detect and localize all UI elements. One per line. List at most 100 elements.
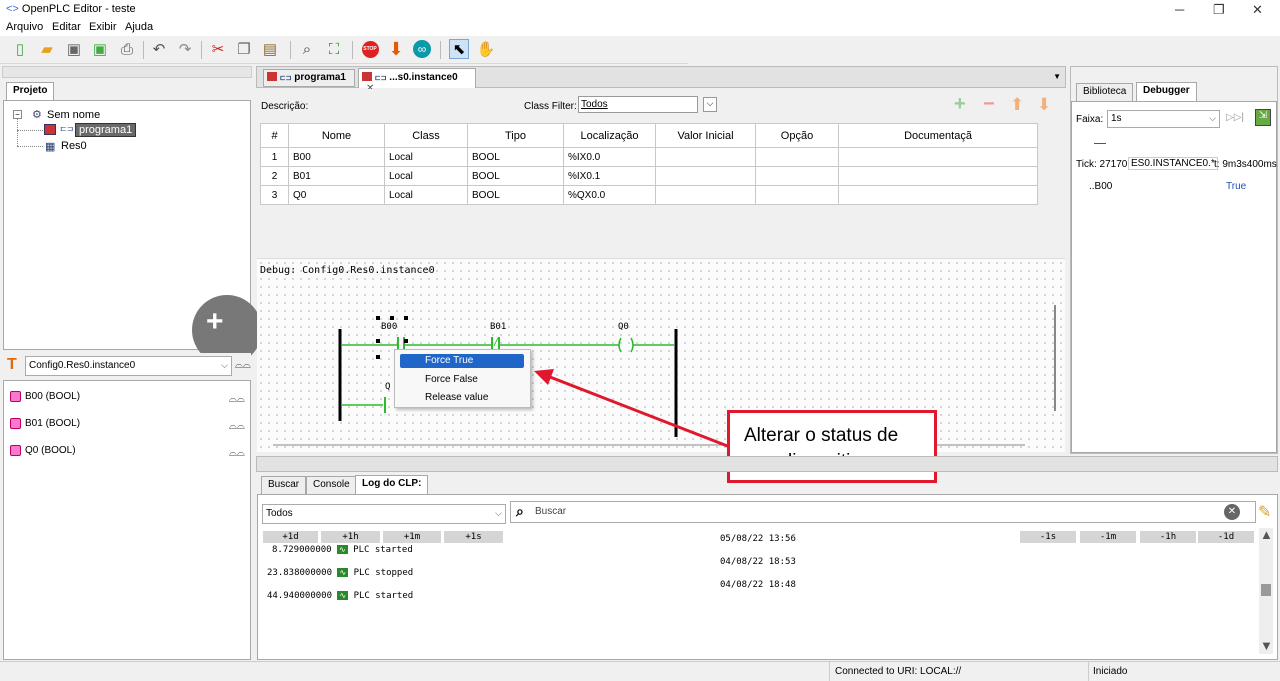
close-button[interactable]: ✕ (1252, 2, 1263, 18)
tab-log-clp[interactable]: Log do CLP: (355, 475, 429, 494)
tab-instance0[interactable]: ⊏⊐ ...s0.instance0 ✕ (358, 68, 476, 94)
clear-search-icon[interactable]: ✕ (1224, 504, 1240, 520)
chevron-down-icon[interactable]: ⌵ (703, 97, 717, 112)
log-nav-minus-1d[interactable]: -1d (1198, 531, 1254, 543)
minimize-button[interactable]: ─ (1175, 2, 1184, 17)
new-file-icon[interactable]: ▯ (10, 39, 30, 59)
select-pointer-icon[interactable]: ⬉ (449, 39, 469, 59)
log-search-input[interactable]: ⌕ Buscar ✕ (510, 501, 1256, 523)
log-scrollbar[interactable]: ▲ ▼ (1259, 527, 1273, 654)
clear-log-icon[interactable]: ✎ (1258, 502, 1271, 522)
tab-console[interactable]: Console (306, 476, 357, 494)
cell[interactable]: BOOL (467, 185, 564, 205)
transfer-program-icon[interactable]: ⬇ (386, 39, 406, 59)
tree-item-res0[interactable]: Res0 (61, 140, 87, 152)
menu-exibir[interactable]: Exibir (89, 21, 117, 33)
var-b00[interactable]: B00 (BOOL) (25, 391, 80, 402)
column-header[interactable]: Nome (288, 123, 385, 148)
class-filter-select[interactable]: Todos ⌵ (578, 96, 717, 113)
menu-force-true[interactable]: Force True (400, 354, 524, 368)
skip-forward-icon[interactable]: ▷▷| (1226, 112, 1244, 123)
watch-glasses-icon[interactable]: ⌓⌓ (235, 360, 251, 371)
fullscreen-icon[interactable]: ⛶ (324, 39, 344, 59)
nc-contact-b01[interactable]: / (493, 337, 499, 348)
open-folder-icon[interactable]: ▰ (37, 39, 57, 59)
log-nav-minus-1m[interactable]: -1m (1080, 531, 1136, 543)
arduino-icon[interactable]: ∞ (412, 39, 432, 59)
cell[interactable] (655, 185, 756, 205)
move-down-icon[interactable]: ⬇ (1037, 95, 1051, 115)
remove-variable-icon[interactable]: − (983, 93, 995, 116)
tab-programa1[interactable]: ⊏⊐ programa1 (263, 69, 355, 87)
cell[interactable]: 2 (260, 166, 289, 186)
column-header[interactable]: Valor Inicial (655, 123, 756, 148)
column-header[interactable]: Class (384, 123, 468, 148)
redo-icon[interactable]: ↷ (175, 39, 195, 59)
tab-debugger[interactable]: Debugger (1136, 82, 1197, 101)
cell[interactable] (755, 166, 839, 186)
column-header[interactable]: # (260, 123, 289, 148)
tab-biblioteca[interactable]: Biblioteca (1076, 83, 1134, 101)
stop-plc-icon[interactable]: STOP (360, 39, 380, 59)
tab-list-dropdown-icon[interactable]: ▼ (1053, 72, 1061, 81)
cell[interactable]: BOOL (467, 147, 564, 167)
cell[interactable] (655, 166, 756, 186)
menu-release-value[interactable]: Release value (400, 391, 524, 405)
undo-icon[interactable]: ↶ (149, 39, 169, 59)
log-nav-plus-1h[interactable]: +1h (321, 531, 380, 543)
column-header[interactable]: Opção (755, 123, 839, 148)
cut-icon[interactable]: ✂ (208, 39, 228, 59)
cell[interactable]: %QX0.0 (563, 185, 656, 205)
menu-arquivo[interactable]: Arquivo (6, 21, 43, 33)
watch-glasses-icon[interactable]: ⌓⌓ (229, 421, 245, 432)
tab-projeto[interactable]: Projeto (6, 82, 55, 100)
scroll-up-icon[interactable]: ▲ (1260, 527, 1273, 542)
watch-glasses-icon[interactable]: ⌓⌓ (229, 448, 245, 459)
add-variable-icon[interactable]: + (954, 93, 966, 116)
cell[interactable]: %IX0.1 (563, 166, 656, 186)
log-nav-plus-1m[interactable]: +1m (383, 531, 441, 543)
tab-buscar[interactable]: Buscar (261, 476, 307, 494)
find-icon[interactable]: ⌕ (297, 39, 317, 59)
cell[interactable] (755, 147, 839, 167)
hand-pan-icon[interactable]: ✋ (476, 39, 496, 59)
instance-path-field[interactable]: ES0.INSTANCE0.* (1128, 157, 1218, 170)
range-select[interactable]: 1s ⌵ (1107, 110, 1220, 128)
log-nav-plus-1s[interactable]: +1s (444, 531, 503, 543)
print-icon[interactable]: ⎙ (117, 39, 137, 59)
paste-icon[interactable]: ▤ (260, 39, 280, 59)
move-up-icon[interactable]: ⬆ (1010, 95, 1024, 115)
cell[interactable] (655, 147, 756, 167)
cell[interactable]: Local (384, 185, 468, 205)
var-b01[interactable]: B01 (BOOL) (25, 418, 80, 429)
log-filter-select[interactable]: Todos ⌵ (262, 504, 506, 524)
table-row[interactable]: 3 Q0 Local BOOL %QX0.0 (260, 185, 1038, 205)
cell[interactable]: Local (384, 147, 468, 167)
cell[interactable] (838, 166, 1038, 186)
copy-icon[interactable]: ❐ (234, 39, 254, 59)
column-header[interactable]: Tipo (467, 123, 564, 148)
save-as-icon[interactable]: ▣ (90, 39, 110, 59)
column-header[interactable]: Localização (563, 123, 656, 148)
cell[interactable] (838, 147, 1038, 167)
table-row[interactable]: 2 B01 Local BOOL %IX0.1 (260, 166, 1038, 186)
export-graph-icon[interactable]: ⇲ (1255, 109, 1271, 126)
tree-item-programa1[interactable]: programa1 (75, 123, 137, 137)
restore-button[interactable]: ❐ (1213, 2, 1225, 18)
cell[interactable] (838, 185, 1038, 205)
log-nav-minus-1h[interactable]: -1h (1140, 531, 1196, 543)
cell[interactable]: %IX0.0 (563, 147, 656, 167)
tree-root[interactable]: Sem nome (47, 109, 100, 121)
table-row[interactable]: 1 B00 Local BOOL %IX0.0 (260, 147, 1038, 167)
log-nav-minus-1s[interactable]: -1s (1020, 531, 1076, 543)
cell[interactable]: 3 (260, 185, 289, 205)
menu-ajuda[interactable]: Ajuda (125, 21, 153, 33)
cell[interactable]: Local (384, 166, 468, 186)
menu-force-false[interactable]: Force False (400, 373, 524, 387)
cell[interactable]: B00 (288, 147, 385, 167)
cell[interactable]: 1 (260, 147, 289, 167)
cell[interactable]: BOOL (467, 166, 564, 186)
collapse-toggle-icon[interactable]: − (13, 110, 22, 119)
cell[interactable]: B01 (288, 166, 385, 186)
log-nav-plus-1d[interactable]: +1d (263, 531, 318, 543)
